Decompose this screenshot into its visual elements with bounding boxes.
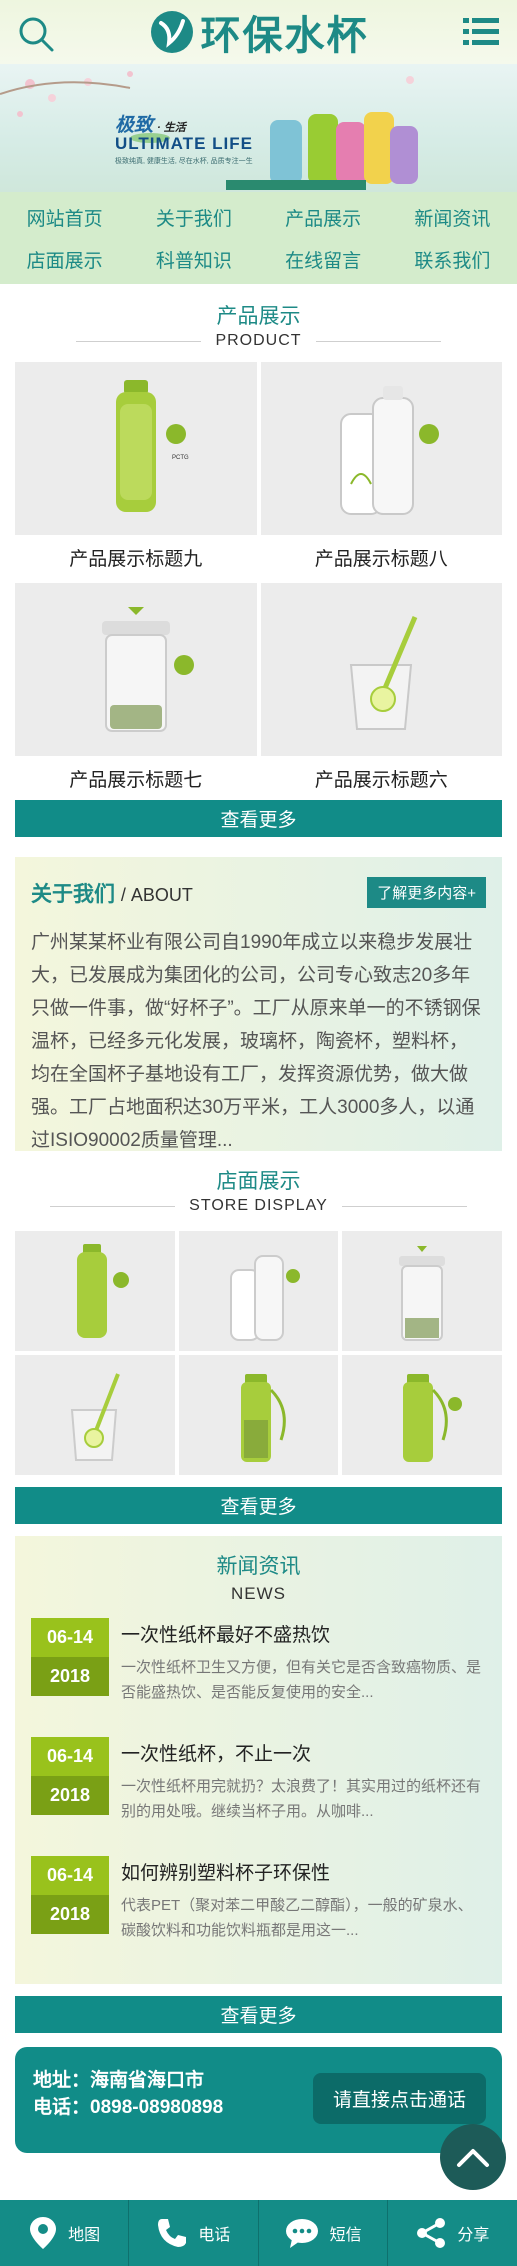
about-text: 广州某某杯业有限公司自1990年成立以来稳步发展壮大，已发展成为集团化的公司，公… — [31, 932, 481, 1151]
contact-card: 地址：海南省海口市 电话：0898-08980898 请直接点击通话 — [15, 2047, 502, 2153]
news-subtitle: NEWS — [231, 1584, 286, 1603]
product-card[interactable]: PCTG 产品展示标题九 — [15, 362, 257, 579]
menu-icon[interactable] — [463, 14, 499, 50]
product-image[interactable] — [15, 583, 257, 756]
footer-map[interactable]: 地图 — [0, 2200, 130, 2266]
products-subtitle: PRODUCT — [215, 332, 302, 349]
store-heading: 店面展示 STORE DISPLAY — [0, 1151, 517, 1215]
news-item-title[interactable]: 一次性纸杯最好不盛热饮 — [121, 1620, 486, 1647]
news-list: 06-14 2018 一次性纸杯最好不盛热饮 一次性纸杯卫生又方便，但有关它是否… — [15, 1604, 502, 1975]
product-image[interactable] — [260, 362, 502, 535]
search-icon[interactable] — [16, 14, 56, 54]
clear-bottles-image — [340, 385, 440, 515]
products-more-button[interactable]: 查看更多 — [15, 800, 502, 837]
about-section: 关于我们 / ABOUT 了解更多内容+ 广州某某杯业有限公司自1990年成立以… — [15, 857, 502, 1151]
logo-text: 环保水杯 — [200, 13, 369, 59]
nav-item-science[interactable]: 科普知识 — [129, 238, 258, 280]
footer-sms[interactable]: 短信 — [259, 2200, 388, 2266]
store-image[interactable] — [15, 1355, 175, 1475]
product-card[interactable]: 产品展示标题六 — [260, 583, 503, 800]
store-title: 店面展示 — [216, 1170, 301, 1193]
banner-tag: 极致 · 生活 — [115, 115, 186, 136]
news-date: 06-14 2018 — [31, 1737, 109, 1856]
about-title: 关于我们 / ABOUT — [31, 882, 193, 906]
banner-subtext: 极致纯真, 健康生活, 尽在水杯, 品质专注一生 — [115, 158, 253, 165]
news-date: 06-14 2018 — [31, 1618, 109, 1737]
store-subtitle: STORE DISPLAY — [189, 1197, 328, 1214]
news-date: 06-14 2018 — [31, 1856, 109, 1975]
store-grid — [0, 1215, 517, 1487]
call-button[interactable]: 请直接点击通话 — [312, 2073, 486, 2124]
product-title[interactable]: 产品展示标题六 — [261, 756, 503, 800]
logo-mark-icon — [150, 11, 193, 53]
svg-text:PCTG: PCTG — [172, 455, 189, 461]
back-to-top-button[interactable] — [440, 2124, 506, 2190]
news-section: 新闻资讯 NEWS 06-14 2018 一次性纸杯最好不盛热饮 一次性纸杯卫生… — [15, 1536, 502, 1984]
hero-banner[interactable]: 极致 · 生活 ULTIMATE LIFE 极致纯真, 健康生活, 尽在水杯, 品… — [0, 64, 517, 192]
banner-slogan: ULTIMATE LIFE — [115, 134, 253, 153]
product-title[interactable]: 产品展示标题八 — [261, 535, 503, 579]
main-nav: 网站首页 关于我们 产品展示 新闻资讯 店面展示 科普知识 在线留言 联系我们 — [0, 192, 517, 284]
share-icon — [417, 2218, 446, 2248]
lemon-glass-image — [350, 615, 418, 730]
site-logo[interactable]: 环保水杯 — [149, 3, 369, 61]
news-item-desc: 一次性纸杯用完就扔？太浪费了！其实用过的纸杯还有别的用处哦。继续当杯子用。从咖啡… — [121, 1778, 482, 1820]
news-item-title[interactable]: 一次性纸杯，不止一次 — [121, 1739, 486, 1766]
nav-item-about[interactable]: 关于我们 — [129, 196, 258, 238]
news-item[interactable]: 06-14 2018 一次性纸杯，不止一次 一次性纸杯用完就扔？太浪费了！其实用… — [31, 1737, 486, 1856]
message-icon — [285, 2219, 318, 2248]
product-card[interactable]: 产品展示标题八 — [260, 362, 503, 579]
nav-item-home[interactable]: 网站首页 — [0, 196, 129, 238]
about-more-button[interactable]: 了解更多内容+ — [367, 877, 486, 908]
footer-share[interactable]: 分享 — [388, 2200, 517, 2266]
news-item[interactable]: 06-14 2018 一次性纸杯最好不盛热饮 一次性纸杯卫生又方便，但有关它是否… — [31, 1618, 486, 1737]
product-image[interactable] — [260, 583, 502, 756]
news-more-button[interactable]: 查看更多 — [15, 1996, 502, 2033]
products-heading: 产品展示 PRODUCT — [0, 284, 517, 350]
nav-item-stores[interactable]: 店面展示 — [0, 238, 129, 280]
store-image[interactable] — [178, 1231, 339, 1351]
nav-item-products[interactable]: 产品展示 — [259, 196, 388, 238]
map-pin-icon — [30, 2217, 57, 2249]
site-header: 环保水杯 — [0, 0, 517, 64]
news-item-title[interactable]: 如何辨别塑料杯子环保性 — [121, 1858, 486, 1885]
chevron-up-icon — [457, 2149, 489, 2167]
store-image[interactable] — [342, 1355, 502, 1475]
store-image[interactable] — [15, 1231, 175, 1351]
products-title: 产品展示 — [216, 305, 301, 328]
product-image[interactable]: PCTG — [15, 362, 257, 535]
nav-item-news[interactable]: 新闻资讯 — [388, 196, 517, 238]
nav-item-message[interactable]: 在线留言 — [259, 238, 388, 280]
news-item[interactable]: 06-14 2018 如何辨别塑料杯子环保性 代表PET（聚对苯二甲酸乙二醇酯）… — [31, 1856, 486, 1975]
news-item-desc: 代表PET（聚对苯二甲酸乙二醇酯），一般的矿泉水、碳酸饮料和功能饮料瓶都是用这一… — [121, 1897, 473, 1939]
banner-decoration — [0, 71, 418, 190]
phone-icon — [158, 2219, 187, 2247]
tea-infuser-image — [101, 606, 194, 732]
store-more-button[interactable]: 查看更多 — [15, 1487, 502, 1524]
footer-phone[interactable]: 电话 — [129, 2200, 259, 2266]
product-title[interactable]: 产品展示标题九 — [15, 535, 257, 579]
store-image[interactable] — [178, 1355, 339, 1475]
product-card[interactable]: 产品展示标题七 — [15, 583, 257, 800]
product-grid: PCTG 产品展示标题九 产品展示标题八 产品展示标题七 产品展示标题六 — [0, 350, 517, 800]
store-image[interactable] — [342, 1231, 502, 1351]
nav-item-contact[interactable]: 联系我们 — [388, 238, 517, 280]
bottom-toolbar: 地图 电话 短信 分享 — [0, 2200, 517, 2266]
news-item-desc: 一次性纸杯卫生又方便，但有关它是否含致癌物质、是否能盛热饮、是否能反复使用的安全… — [121, 1659, 482, 1701]
news-title: 新闻资讯 — [216, 1555, 301, 1578]
green-bottle-image: PCTG — [115, 379, 189, 512]
product-title[interactable]: 产品展示标题七 — [15, 756, 257, 800]
